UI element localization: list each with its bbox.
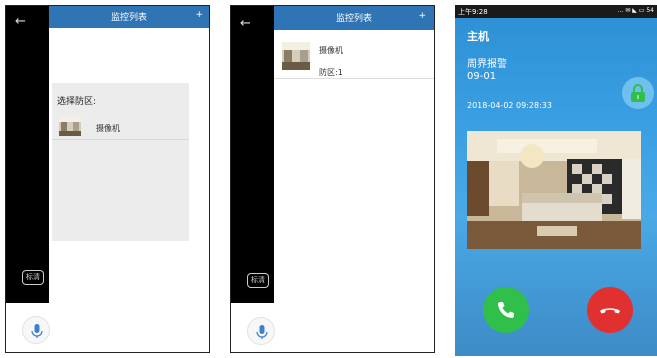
camera-zone: 防区:1 (319, 68, 343, 77)
padlock-icon (631, 84, 645, 102)
quality-toggle-button[interactable]: 标清 (22, 270, 44, 285)
page-title: 监控列表 (110, 13, 147, 23)
alarm-datetime: 2018-04-02 09:28:33 (467, 101, 552, 110)
video-area-left (231, 6, 274, 303)
alarm-type: 周界报警 (467, 59, 507, 70)
video-area-left (6, 6, 49, 303)
status-icons: ... ✉ ◣ ▭ 54 (617, 7, 654, 14)
phone-hangup-icon (600, 308, 620, 314)
answer-call-button[interactable] (483, 287, 529, 333)
camera-video-feed (467, 131, 641, 249)
zone-item-label: 摄像机 (96, 124, 120, 133)
add-button[interactable]: + (195, 10, 203, 20)
microphone-button[interactable] (247, 317, 275, 345)
camera-thumbnail-icon (59, 116, 81, 136)
screen-incoming-alarm-call: 上午9:28 ... ✉ ◣ ▭ 54 主机 周界报警 09-01 2018-0… (455, 5, 657, 356)
screen-select-zone: ← 监控列表 + 选择防区: 摄像机 标清 (5, 5, 210, 353)
phone-answer-icon (498, 302, 514, 318)
caller-name: 主机 (467, 30, 489, 43)
zone-item-camera[interactable]: 摄像机 (52, 113, 189, 140)
status-bar: 上午9:28 ... ✉ ◣ ▭ 54 (455, 5, 657, 18)
add-button[interactable]: + (418, 11, 426, 21)
camera-thumbnail-icon (282, 42, 310, 70)
back-arrow-icon[interactable]: ← (15, 14, 26, 29)
camera-name: 摄像机 (319, 46, 343, 55)
dialog-title: 选择防区: (57, 97, 97, 107)
status-time: 上午9:28 (458, 8, 488, 16)
hangup-call-button[interactable] (587, 287, 633, 333)
zone-select-dialog: 选择防区: 摄像机 (52, 83, 189, 241)
page-title: 监控列表 (335, 14, 372, 24)
camera-list-item[interactable]: 摄像机 防区:1 (274, 36, 434, 79)
alarm-code: 09-01 (467, 71, 497, 82)
back-arrow-icon[interactable]: ← (240, 16, 251, 31)
screen-monitor-list: ← 监控列表 + 摄像机 防区:1 标清 (230, 5, 435, 353)
microphone-icon (31, 324, 43, 338)
quality-toggle-button[interactable]: 标清 (247, 273, 269, 288)
unlock-button[interactable] (622, 77, 654, 109)
microphone-icon (256, 325, 268, 339)
microphone-button[interactable] (22, 316, 50, 344)
